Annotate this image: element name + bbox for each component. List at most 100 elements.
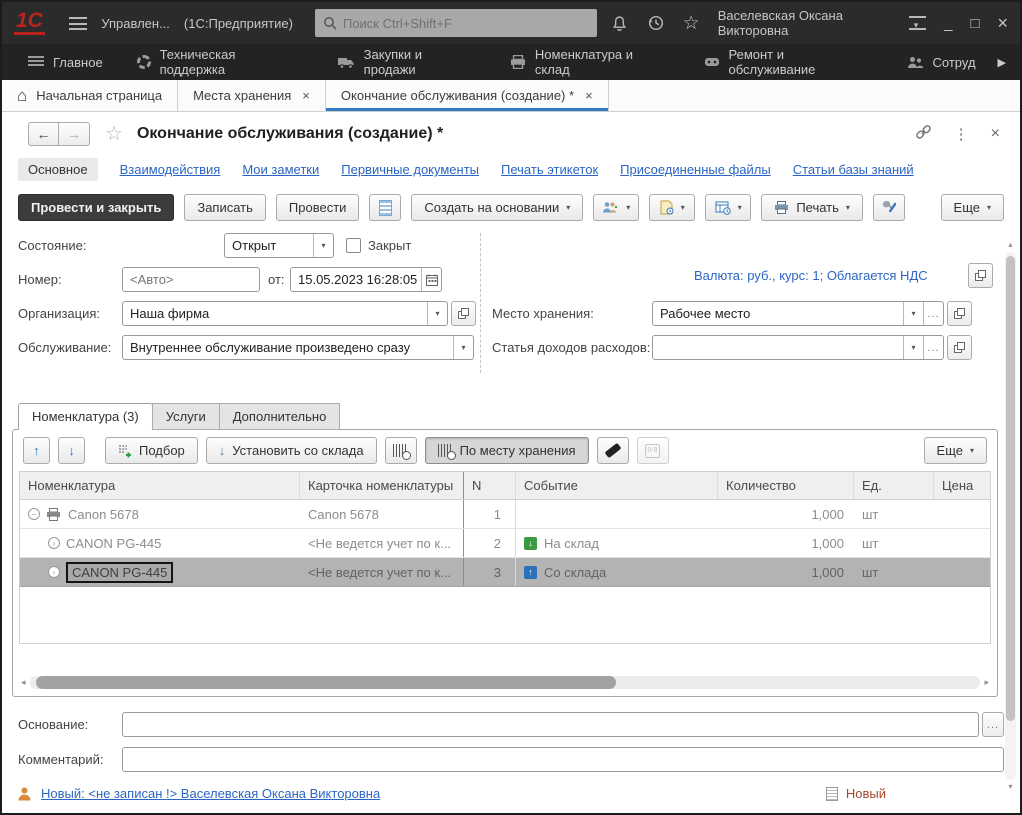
- open-storage-place-button[interactable]: [947, 301, 972, 326]
- menu-item-purchases-sales[interactable]: Закупки и продажи: [325, 44, 488, 80]
- menu-item-employees[interactable]: Сотруд: [895, 44, 988, 80]
- get-link-icon[interactable]: [915, 124, 932, 144]
- notifications-bell-icon[interactable]: [611, 13, 628, 33]
- main-menu-icon[interactable]: [69, 17, 87, 30]
- open-income-expense-button[interactable]: [947, 335, 972, 360]
- close-window-button[interactable]: ×: [998, 14, 1009, 32]
- create-document-deferred-button[interactable]: ▾: [649, 194, 695, 221]
- scroll-left-icon[interactable]: ◂: [21, 677, 26, 688]
- more-actions-icon[interactable]: ⋮: [954, 125, 969, 143]
- menu-item-nomenclature-warehouse[interactable]: Номенклатура и склад: [498, 44, 682, 80]
- tab-additional[interactable]: Дополнительно: [219, 403, 341, 430]
- close-tab-icon[interactable]: ×: [302, 88, 310, 103]
- clear-button[interactable]: [597, 437, 629, 464]
- service-combo[interactable]: Внутреннее обслуживание произведено сраз…: [122, 335, 474, 360]
- move-up-button[interactable]: ↑: [23, 437, 50, 464]
- open-organization-button[interactable]: [451, 301, 476, 326]
- chevron-down-icon[interactable]: ▾: [903, 302, 923, 325]
- menu-item-tech-support[interactable]: Техническая поддержка: [125, 44, 315, 80]
- storage-place-combo[interactable]: Рабочее место ▾ ...: [652, 301, 944, 326]
- nav-link-label-printing[interactable]: Печать этикеток: [501, 162, 598, 177]
- calendar-icon[interactable]: [421, 268, 441, 291]
- search-input[interactable]: Поиск Ctrl+Shift+F: [315, 9, 597, 37]
- vertical-scrollbar[interactable]: ▴ ▾: [1004, 240, 1017, 792]
- create-task-button[interactable]: ▾: [705, 194, 751, 221]
- nav-link-main[interactable]: Основное: [18, 158, 98, 181]
- closed-checkbox[interactable]: [346, 238, 361, 253]
- more-button[interactable]: Еще▾: [941, 194, 1004, 221]
- scrollbar-track[interactable]: [30, 676, 981, 689]
- tab-service-completion[interactable]: Окончание обслуживания (создание) * ×: [326, 80, 609, 111]
- column-header[interactable]: Событие: [516, 472, 718, 499]
- scrollbar-thumb[interactable]: [1006, 256, 1015, 721]
- set-from-warehouse-button[interactable]: ↓ Установить со склада: [206, 437, 377, 464]
- nomenclature-cell-focused[interactable]: CANON PG-445: [66, 562, 173, 583]
- forward-button[interactable]: →: [59, 122, 90, 146]
- basis-choose-button[interactable]: ...: [982, 712, 1004, 737]
- maximize-button[interactable]: □: [970, 16, 979, 31]
- table-more-button[interactable]: Еще▾: [924, 437, 987, 464]
- nav-link-kb-articles[interactable]: Статьи базы знаний: [793, 162, 914, 177]
- nav-link-interactions[interactable]: Взаимодействия: [120, 162, 221, 177]
- tab-nomenclature[interactable]: Номенклатура (3): [18, 403, 153, 430]
- open-currency-button[interactable]: [968, 263, 993, 288]
- basis-input[interactable]: [122, 712, 979, 737]
- renumber-button[interactable]: 0-9: [637, 437, 669, 464]
- income-expense-item-combo[interactable]: ▾ ...: [652, 335, 944, 360]
- chevron-down-icon[interactable]: ▾: [453, 336, 473, 359]
- post-button[interactable]: Провести: [276, 194, 360, 221]
- column-header[interactable]: Количество: [718, 472, 854, 499]
- favorite-star-icon[interactable]: ☆: [105, 121, 123, 146]
- chevron-down-icon[interactable]: ▾: [903, 336, 923, 359]
- table-row-selected[interactable]: › CANON PG-445 <Не ведется учет по к... …: [20, 558, 990, 587]
- choose-button[interactable]: ...: [923, 336, 943, 359]
- organization-combo[interactable]: Наша фирма ▾: [122, 301, 448, 326]
- document-movements-button[interactable]: [369, 194, 401, 221]
- tab-services[interactable]: Услуги: [152, 403, 220, 430]
- save-button[interactable]: Записать: [184, 194, 266, 221]
- create-based-on-button[interactable]: Создать на основании▾: [411, 194, 583, 221]
- chevron-down-icon[interactable]: ▾: [427, 302, 447, 325]
- close-tab-icon[interactable]: ×: [585, 88, 593, 103]
- table-row[interactable]: › CANON PG-445 <Не ведется учет по к... …: [20, 529, 990, 558]
- scroll-up-icon[interactable]: ▴: [1008, 240, 1012, 250]
- column-header[interactable]: Номенклатура: [20, 472, 300, 499]
- column-header[interactable]: Карточка номенклатуры: [300, 472, 464, 499]
- column-header[interactable]: N: [464, 472, 516, 499]
- back-button[interactable]: ←: [28, 122, 59, 146]
- history-icon[interactable]: [647, 13, 665, 33]
- minimize-button[interactable]: _: [944, 16, 952, 31]
- date-input[interactable]: 15.05.2023 16:28:05: [290, 267, 442, 292]
- column-header[interactable]: Цена: [934, 472, 980, 499]
- user-name[interactable]: Васелевская Оксана Викторовна: [718, 8, 891, 38]
- pick-button[interactable]: Подбор: [105, 437, 198, 464]
- document-state-link[interactable]: Новый: <не записан !> Васелевская Оксана…: [41, 786, 380, 801]
- tab-storage-places[interactable]: Места хранения ×: [178, 80, 326, 111]
- nav-link-attached-files[interactable]: Присоединенные файлы: [620, 162, 771, 177]
- move-down-button[interactable]: ↓: [58, 437, 85, 464]
- nav-link-primary-docs[interactable]: Первичные документы: [341, 162, 479, 177]
- currency-info-link[interactable]: Валюта: руб., курс: 1; Облагается НДС: [694, 263, 928, 288]
- choose-button[interactable]: ...: [923, 302, 943, 325]
- horizontal-scrollbar[interactable]: ◂ ▸: [21, 675, 989, 690]
- change-form-settings-button[interactable]: [873, 194, 905, 221]
- chevron-down-icon[interactable]: ▾: [313, 234, 333, 257]
- scroll-down-icon[interactable]: ▾: [1008, 782, 1012, 792]
- number-input[interactable]: [122, 267, 260, 292]
- menu-item-main[interactable]: Главное: [16, 44, 115, 80]
- scan-barcode-button[interactable]: [385, 437, 417, 464]
- tab-home[interactable]: ⌂ Начальная страница: [2, 80, 178, 111]
- by-storage-place-toggle[interactable]: По месту хранения: [425, 437, 589, 464]
- assign-responsible-button[interactable]: ▾: [593, 194, 639, 221]
- table-row[interactable]: − Canon 5678 Canon 5678 1 1,000 шт: [20, 500, 990, 529]
- column-header[interactable]: Ед.: [854, 472, 934, 499]
- tree-collapse-icon[interactable]: −: [28, 508, 40, 520]
- service-menu-icon[interactable]: [909, 16, 926, 30]
- scrollbar-thumb[interactable]: [36, 676, 616, 689]
- scroll-right-icon[interactable]: ▸: [984, 677, 989, 688]
- close-form-button[interactable]: ×: [991, 125, 1000, 143]
- print-button[interactable]: Печать ▾: [761, 194, 863, 221]
- post-and-close-button[interactable]: Провести и закрыть: [18, 194, 174, 221]
- scrollbar-track[interactable]: [1005, 252, 1016, 780]
- nav-link-my-notes[interactable]: Мои заметки: [242, 162, 319, 177]
